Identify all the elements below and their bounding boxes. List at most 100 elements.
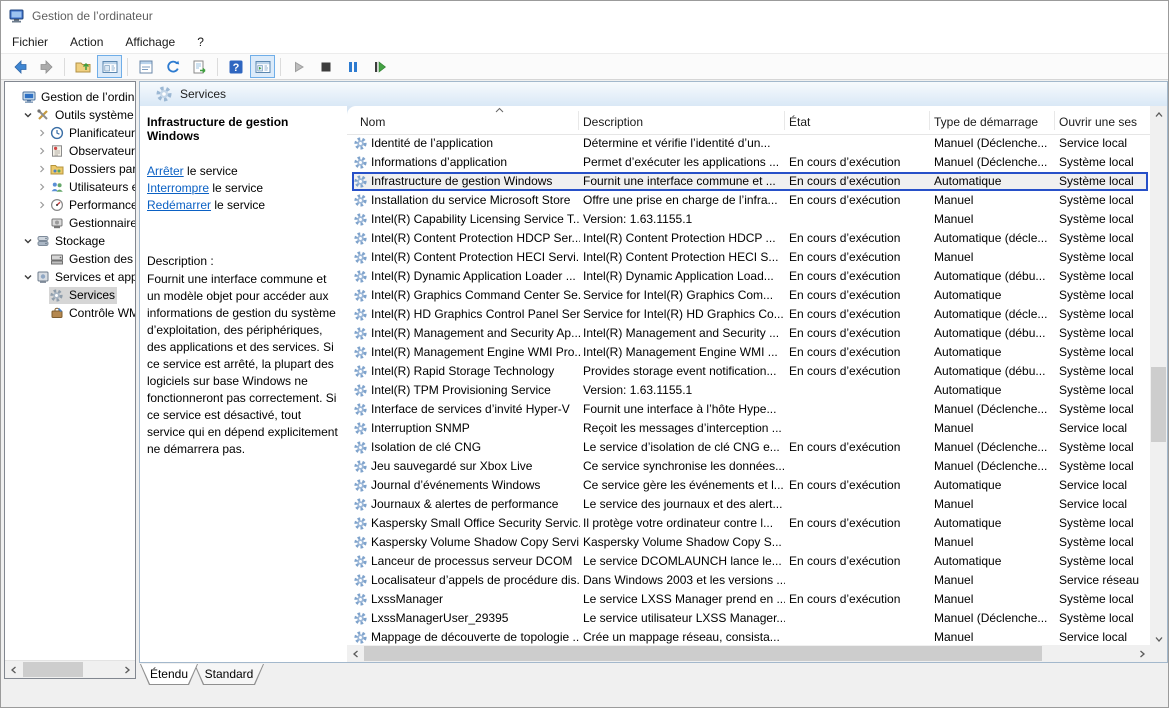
service-row[interactable]: Installation du service Microsoft StoreO… [347, 191, 1150, 210]
service-row[interactable]: LxssManagerLe service LXSS Manager prend… [347, 590, 1150, 609]
service-row[interactable]: Intel(R) Content Protection HECI Servi..… [347, 248, 1150, 267]
tree-item-gestion-de-l-ordinate[interactable]: Gestion de l’ordinate [5, 88, 135, 106]
service-row[interactable]: Identité de l’applicationDétermine et vé… [347, 134, 1150, 153]
menu-fichier[interactable]: Fichier [1, 32, 59, 52]
scrollbar-thumb[interactable] [1151, 367, 1166, 442]
service-row[interactable]: Intel(R) Management Engine WMI Pro...Int… [347, 343, 1150, 362]
service-row[interactable]: Localisateur d’appels de procédure dis..… [347, 571, 1150, 590]
list-vertical-scrollbar[interactable] [1150, 106, 1167, 647]
service-row[interactable]: Journal d’événements WindowsCe service g… [347, 476, 1150, 495]
action-suffix: le service [209, 181, 263, 195]
chevron-expanded-icon[interactable] [21, 270, 35, 284]
restart-service-button[interactable] [367, 55, 392, 78]
menu-affichage[interactable]: Affichage [114, 32, 186, 52]
service-row[interactable]: Kaspersky Volume Shadow Copy Servi...Kas… [347, 533, 1150, 552]
refresh-button[interactable] [160, 55, 185, 78]
chevron-collapsed-icon[interactable] [35, 144, 49, 158]
chevron-collapsed-icon[interactable] [35, 180, 49, 194]
service-gear-icon [354, 441, 367, 454]
service-row[interactable]: Intel(R) Graphics Command Center Se...Se… [347, 286, 1150, 305]
chevron-expanded-icon[interactable] [21, 108, 35, 122]
tree-horizontal-scrollbar[interactable] [5, 660, 135, 678]
service-row[interactable]: Kaspersky Small Office Security Servic..… [347, 514, 1150, 533]
column-divider[interactable] [929, 111, 930, 130]
tree-item-outils-systeme[interactable]: Outils système [5, 106, 135, 124]
chevron-expanded-icon[interactable] [21, 234, 35, 248]
tree-item-services[interactable]: Services [5, 286, 135, 304]
column-divider[interactable] [1054, 111, 1055, 130]
service-row[interactable]: Intel(R) Dynamic Application Loader ...I… [347, 267, 1150, 286]
service-row[interactable]: Isolation de clé CNGLe service d’isolati… [347, 438, 1150, 457]
service-row[interactable]: Jeu sauvegardé sur Xbox LiveCe service s… [347, 457, 1150, 476]
show-action-pane-button[interactable] [250, 55, 275, 78]
column-header-etat[interactable]: État [789, 106, 929, 134]
properties-button[interactable] [133, 55, 158, 78]
column-header-description[interactable]: Description [583, 106, 783, 134]
tree-item-gestion-des-d[interactable]: Gestion des d [5, 250, 135, 268]
service-row[interactable]: Intel(R) TPM Provisioning ServiceVersion… [347, 381, 1150, 400]
tree-item-gestionnaire[interactable]: Gestionnaire [5, 214, 135, 232]
column-divider[interactable] [784, 111, 785, 130]
scrollbar-thumb[interactable] [364, 646, 1042, 661]
service-row[interactable]: Interface de services d’invité Hyper-VFo… [347, 400, 1150, 419]
tree-item-controle-wm[interactable]: Contrôle WM [5, 304, 135, 322]
tab-standard[interactable]: Standard [194, 664, 264, 685]
service-actions: Arrêter le serviceInterrompre le service… [147, 163, 340, 214]
stop-service-button[interactable] [313, 55, 338, 78]
service-row[interactable]: Informations d’applicationPermet d’exécu… [347, 153, 1150, 172]
up-one-level-button[interactable] [70, 55, 95, 78]
column-header-type-demarrage[interactable]: Type de démarrage [934, 106, 1056, 134]
arreter-service-link[interactable]: Arrêter [147, 164, 184, 178]
chevron-collapsed-icon[interactable] [35, 198, 49, 212]
service-status-cell: En cours d’exécution [789, 305, 931, 324]
column-divider[interactable] [578, 111, 579, 130]
scroll-left-icon[interactable] [347, 645, 364, 662]
export-list-button[interactable] [187, 55, 212, 78]
tree-item-performance[interactable]: Performance [5, 196, 135, 214]
scroll-right-icon[interactable] [118, 661, 135, 678]
help-button[interactable]: ? [223, 55, 248, 78]
menu-action[interactable]: Action [59, 32, 114, 52]
service-row[interactable]: Mappage de découverte de topologie ...Cr… [347, 628, 1150, 645]
redemarrer-service-link[interactable]: Redémarrer [147, 198, 211, 212]
scroll-up-icon[interactable] [1150, 106, 1167, 123]
scroll-right-icon[interactable] [1133, 645, 1150, 662]
service-name: Isolation de clé CNG [371, 438, 481, 457]
tab-etendu[interactable]: Étendu [140, 664, 198, 685]
tree-item-utilisateurs-e[interactable]: Utilisateurs e [5, 178, 135, 196]
service-description-cell: Service for Intel(R) Graphics Com... [583, 286, 785, 305]
service-name: Journal d’événements Windows [371, 476, 540, 495]
tree-item-dossiers-part[interactable]: Dossiers part [5, 160, 135, 178]
tree-item-observateur[interactable]: Observateur [5, 142, 135, 160]
menu-help[interactable]: ? [186, 32, 215, 52]
chevron-collapsed-icon[interactable] [35, 162, 49, 176]
column-header-ouvrir-session[interactable]: Ouvrir une ses [1059, 106, 1151, 134]
forward-button[interactable] [34, 55, 59, 78]
back-button[interactable] [7, 55, 32, 78]
column-header-nom[interactable]: Nom [360, 106, 575, 134]
list-horizontal-scrollbar[interactable] [347, 645, 1150, 662]
tree-item-planificateur[interactable]: Planificateur [5, 124, 135, 142]
show-console-tree-button[interactable] [97, 55, 122, 78]
service-row[interactable]: Intel(R) Capability Licensing Service T.… [347, 210, 1150, 229]
service-row[interactable]: Infrastructure de gestion WindowsFournit… [347, 172, 1150, 191]
titlebar[interactable]: Gestion de l’ordinateur [1, 1, 1168, 31]
service-row[interactable]: Intel(R) Content Protection HDCP Ser...I… [347, 229, 1150, 248]
chevron-collapsed-icon[interactable] [35, 126, 49, 140]
service-row[interactable]: LxssManagerUser_29395Le service utilisat… [347, 609, 1150, 628]
start-service-button[interactable] [286, 55, 311, 78]
scrollbar-thumb[interactable] [23, 662, 83, 677]
tree-item-services-et-applic[interactable]: Services et applic [5, 268, 135, 286]
service-row[interactable]: Intel(R) Rapid Storage TechnologyProvide… [347, 362, 1150, 381]
tree-item-stockage[interactable]: Stockage [5, 232, 135, 250]
service-status-cell: En cours d’exécution [789, 153, 931, 172]
services-gear-icon [50, 288, 66, 302]
service-row[interactable]: Intel(R) HD Graphics Control Panel Ser..… [347, 305, 1150, 324]
pause-service-button[interactable] [340, 55, 365, 78]
service-row[interactable]: Lanceur de processus serveur DCOMLe serv… [347, 552, 1150, 571]
scroll-left-icon[interactable] [5, 661, 22, 678]
service-row[interactable]: Intel(R) Management and Security Ap...In… [347, 324, 1150, 343]
interrompre-service-link[interactable]: Interrompre [147, 181, 209, 195]
service-row[interactable]: Interruption SNMPReçoit les messages d’i… [347, 419, 1150, 438]
service-row[interactable]: Journaux & alertes de performanceLe serv… [347, 495, 1150, 514]
